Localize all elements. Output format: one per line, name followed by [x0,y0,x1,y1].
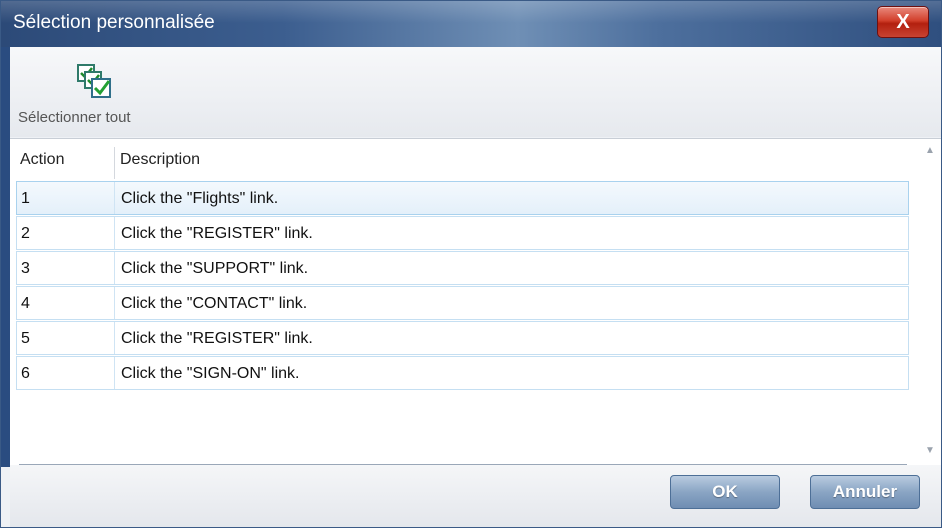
dialog-title: Sélection personnalisée [13,12,215,33]
select-all-button[interactable]: Sélectionner tout [18,57,183,132]
cell-action: 5 [21,330,30,347]
actions-grid: Action Description 1 Click the "Flights" … [16,139,909,391]
close-icon: X [896,10,910,33]
close-button[interactable]: X [877,6,929,38]
table-row[interactable]: 6 Click the "SIGN-ON" link. [16,356,909,390]
grid-rows: 1 Click the "Flights" link. 2 Click the "RE… [16,181,909,390]
cell-separator [114,322,115,354]
cell-description: Click the "REGISTER" link. [121,330,313,347]
grid-header: Action Description [16,139,909,181]
cell-description: Click the "Flights" link. [121,190,279,207]
table-row[interactable]: 5 Click the "REGISTER" link. [16,321,909,355]
dialog-footer: OK Annuler [10,465,941,527]
scroll-down-arrow-icon[interactable]: ▼ [925,445,935,456]
cell-action: 3 [21,260,30,277]
cell-action: 2 [21,225,30,242]
title-bar[interactable]: Sélection personnalisée X [1,1,941,47]
vertical-scrollbar[interactable]: ▲ ▼ [919,139,941,465]
cancel-button[interactable]: Annuler [810,475,920,509]
scroll-up-arrow-icon[interactable]: ▲ [925,145,935,156]
table-row[interactable]: 3 Click the "SUPPORT" link. [16,251,909,285]
left-edge [1,47,10,467]
select-all-checkboxes-icon [76,63,116,103]
cell-action: 1 [21,190,30,207]
ok-button[interactable]: OK [670,475,780,509]
cell-description: Click the "SIGN-ON" link. [121,365,300,382]
cell-separator [114,287,115,319]
dialog-window: Sélection personnalisée X Sélectionner t… [0,0,942,528]
actions-grid-area: Action Description 1 Click the "Flights" … [10,138,941,465]
table-row[interactable]: 2 Click the "REGISTER" link. [16,216,909,250]
cell-separator [114,252,115,284]
toolbar: Sélectionner tout [10,47,941,137]
cell-separator [114,182,115,214]
table-row[interactable]: 4 Click the "CONTACT" link. [16,286,909,320]
column-header-description[interactable]: Description [120,151,200,169]
cell-separator [114,217,115,249]
table-row[interactable]: 1 Click the "Flights" link. [16,181,909,215]
cell-action: 4 [21,295,30,312]
cell-separator [114,357,115,389]
cell-action: 6 [21,365,30,382]
cell-description: Click the "CONTACT" link. [121,295,308,312]
column-header-action[interactable]: Action [20,151,64,169]
cell-description: Click the "REGISTER" link. [121,225,313,242]
cell-description: Click the "SUPPORT" link. [121,260,309,277]
column-separator [114,147,115,179]
select-all-label: Sélectionner tout [18,109,131,126]
